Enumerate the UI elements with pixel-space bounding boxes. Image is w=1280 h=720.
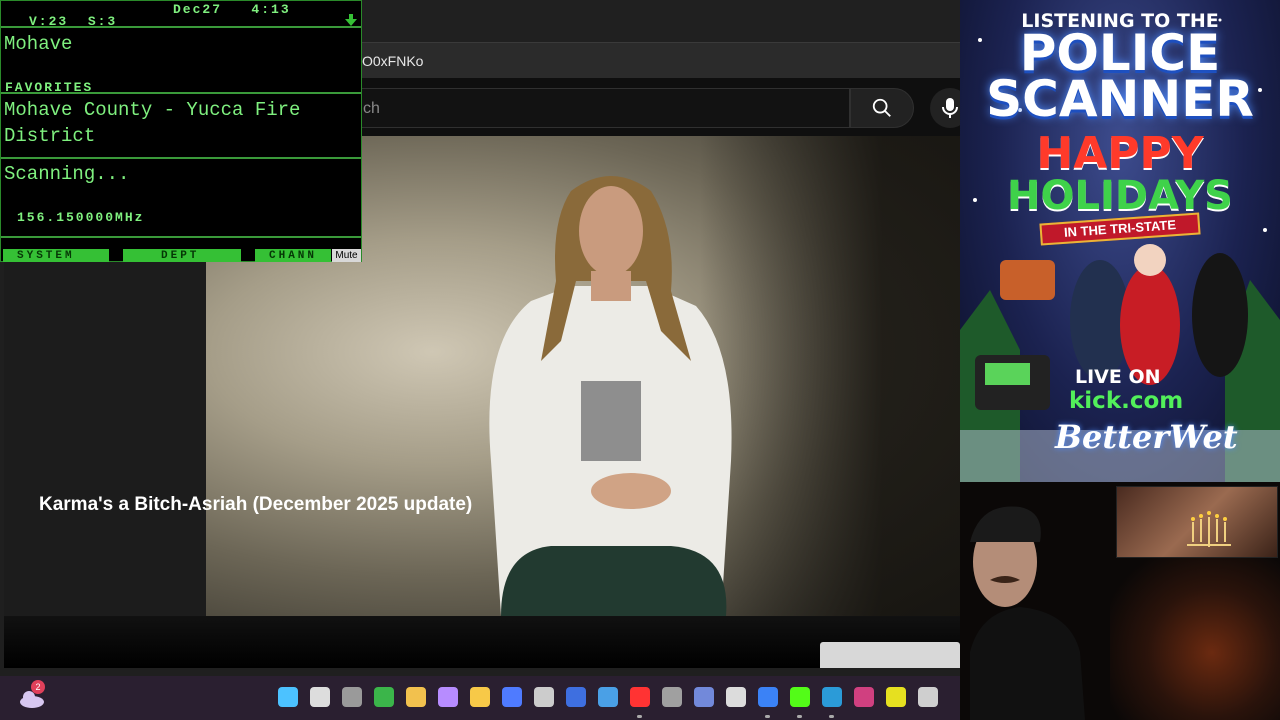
discord-icon[interactable] — [694, 687, 714, 707]
start-icon[interactable] — [278, 687, 298, 707]
scanner-frequency: 156.150000MHz — [17, 210, 145, 225]
store-icon[interactable] — [502, 687, 522, 707]
youtube-icon[interactable] — [630, 687, 650, 707]
search-icon[interactable] — [310, 687, 330, 707]
microphone-icon — [942, 98, 958, 118]
promo-banner: LISTENING TO THE POLICE SCANNER HAPPY HOL… — [960, 0, 1280, 482]
player-controls — [4, 616, 960, 668]
promo-happy: HAPPY — [1036, 128, 1204, 179]
notes-icon[interactable] — [566, 687, 586, 707]
taskbar: 2 — [0, 676, 960, 720]
notification-badge: 2 — [31, 680, 45, 694]
voicemeeter-icon[interactable] — [854, 687, 874, 707]
xbox-icon[interactable] — [374, 687, 394, 707]
promo-police: POLICE SCANNER — [986, 24, 1254, 128]
kick-icon[interactable] — [790, 687, 810, 707]
end-card[interactable] — [820, 642, 960, 668]
calculator-icon[interactable] — [726, 687, 746, 707]
messenger-icon[interactable] — [758, 687, 778, 707]
file-explorer-icon[interactable] — [470, 687, 490, 707]
scanner-panel: Dec27 4:13 V:23 S:3 Mohave FAVORITES Moh… — [0, 0, 362, 262]
task-view-icon[interactable] — [342, 687, 362, 707]
search-icon — [872, 98, 891, 117]
scanner-status: Scanning... — [4, 163, 130, 185]
scanner-datetime: Dec27 4:13 — [173, 2, 291, 17]
copilot-icon[interactable] — [438, 687, 458, 707]
mail-icon[interactable] — [598, 687, 618, 707]
download-arrow-icon — [345, 14, 357, 26]
app2-icon[interactable] — [886, 687, 906, 707]
scanner-department: Mohave County - Yucca Fire District — [4, 99, 301, 147]
fireplace-image — [1110, 552, 1280, 720]
address-text[interactable]: O0xFNKo — [362, 53, 423, 69]
promo-holidays: HOLIDAYS — [1007, 173, 1233, 219]
promo-kick: kick.com — [1069, 388, 1184, 414]
inset-video — [1116, 486, 1278, 558]
search-placeholder: ch — [363, 100, 380, 117]
streamer-image — [970, 506, 1085, 720]
scanner-channel-button[interactable]: CHANN — [255, 249, 331, 262]
search-button[interactable] — [850, 88, 914, 128]
menorah-icon — [1187, 511, 1231, 547]
obs-icon[interactable] — [918, 687, 938, 707]
scanner-mute-button[interactable]: Mute — [332, 249, 361, 262]
edge-icon[interactable] — [822, 687, 842, 707]
scanner-dept-button[interactable]: DEPT — [123, 249, 241, 262]
scanner-system-button[interactable]: SYSTEM — [3, 249, 109, 262]
promo-signature: BetterWet — [1055, 418, 1238, 456]
webcam-feed — [960, 482, 1280, 720]
drive-icon[interactable] — [406, 687, 426, 707]
settings-icon[interactable] — [662, 687, 682, 707]
scanner-header: Dec27 4:13 V:23 S:3 — [1, 1, 361, 29]
screen: O0xFNKo ch Karma's a Bitch-Asriah (Decem… — [0, 0, 1280, 720]
promo-live-on: LIVE ON — [1075, 366, 1161, 388]
app-icon[interactable] — [534, 687, 554, 707]
scanner-levels: V:23 S:3 — [29, 14, 118, 29]
scanner-system: Mohave — [4, 33, 73, 55]
person-image — [489, 176, 732, 616]
video-title: Karma's a Bitch-Asriah (December 2025 up… — [39, 494, 473, 515]
